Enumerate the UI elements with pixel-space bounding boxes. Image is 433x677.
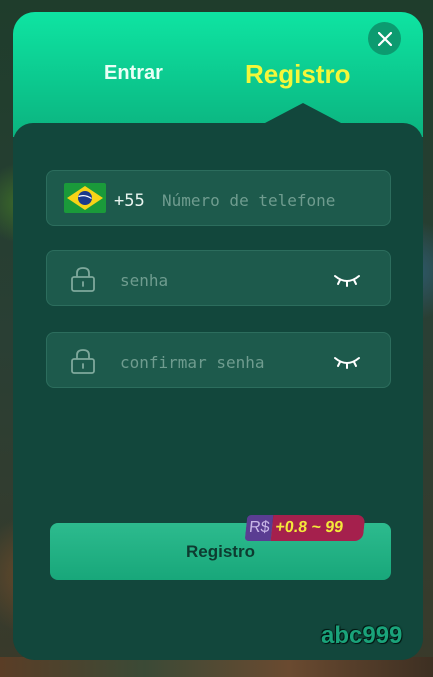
tab-login[interactable]: Entrar [104,62,163,85]
bonus-badge: R$ +0.8 ~ 99 [244,515,366,541]
phone-input[interactable] [160,187,384,213]
modal-header [13,12,423,137]
bonus-range: +0.8 ~ 99 [271,515,366,541]
lock-icon [71,349,95,374]
confirm-password-input[interactable] [118,349,322,375]
active-tab-pointer [265,103,341,123]
eye-closed-icon[interactable] [332,269,362,289]
register-modal: Entrar Registro +55 Número de telefone R… [13,12,423,660]
bonus-currency: R$ [244,515,274,541]
tab-register[interactable]: Registro [245,59,350,90]
brazil-flag-icon [64,183,106,213]
confirm-password-field[interactable] [46,332,391,388]
close-button[interactable] [368,22,401,55]
close-icon [377,31,392,46]
password-input[interactable] [118,267,322,293]
eye-closed-icon[interactable] [332,351,362,371]
country-dial-code[interactable]: +55 [114,191,145,211]
lock-icon [71,267,95,292]
background-game-art [0,657,433,677]
password-field[interactable] [46,250,391,306]
phone-field[interactable]: +55 [46,170,391,226]
site-watermark: abc999 [321,622,403,649]
